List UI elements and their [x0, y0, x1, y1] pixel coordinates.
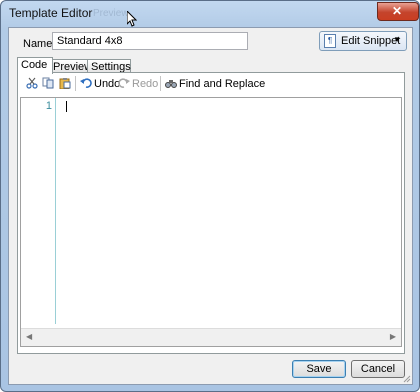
chevron-down-icon: ▼: [393, 35, 401, 44]
template-editor-window: Template Editor Preview ✕ Name: Standard…: [0, 0, 420, 392]
resize-grip-icon[interactable]: [401, 373, 411, 383]
find-replace-button[interactable]: Find and Replace: [179, 78, 265, 90]
toolbar-separator: [160, 76, 161, 91]
edit-snippet-label: Edit Snippet: [341, 35, 401, 47]
code-editor[interactable]: 1 ◀ ▶: [20, 97, 402, 347]
editor-toolbar: Undo Redo Find and Replace: [18, 73, 404, 95]
close-icon: ✕: [392, 4, 403, 18]
window-title-ghost: Preview: [93, 8, 129, 19]
snippet-icon: ¶: [324, 34, 336, 48]
binoculars-icon[interactable]: [165, 77, 177, 89]
cancel-button[interactable]: Cancel: [351, 360, 405, 378]
save-button[interactable]: Save: [292, 360, 346, 378]
line-number: 1: [45, 100, 52, 112]
name-label: Name:: [23, 38, 56, 50]
tab-code[interactable]: Code: [17, 57, 53, 74]
code-panel: Undo Redo Find and Replace 1 ◀ ▶: [17, 72, 405, 354]
mouse-cursor-icon: [127, 11, 137, 27]
redo-icon[interactable]: [118, 77, 130, 89]
line-number-gutter: 1: [21, 98, 56, 324]
name-input[interactable]: Standard 4x8: [52, 32, 248, 50]
toolbar-separator: [75, 76, 76, 91]
horizontal-scrollbar[interactable]: ◀ ▶: [21, 328, 401, 346]
paste-icon[interactable]: [59, 77, 71, 89]
title-bar[interactable]: Template Editor Preview ✕: [1, 1, 419, 27]
redo-button[interactable]: Redo: [132, 78, 158, 90]
undo-icon[interactable]: [80, 77, 92, 89]
text-caret: [66, 101, 67, 112]
dialog-body: Name: Standard 4x8 ¶ Edit Snippet ▼ Code…: [8, 27, 413, 385]
undo-button[interactable]: Undo: [94, 78, 120, 90]
scroll-left-icon[interactable]: ◀: [26, 332, 32, 341]
tab-preview[interactable]: Preview: [49, 59, 92, 73]
copy-icon[interactable]: [42, 77, 54, 89]
edit-snippet-button[interactable]: ¶ Edit Snippet ▼: [319, 31, 407, 51]
window-title: Template Editor: [9, 6, 93, 20]
tab-settings[interactable]: Settings: [87, 59, 131, 73]
scissors-icon[interactable]: [26, 77, 38, 89]
close-button[interactable]: ✕: [377, 2, 419, 21]
scroll-right-icon[interactable]: ▶: [390, 332, 396, 341]
